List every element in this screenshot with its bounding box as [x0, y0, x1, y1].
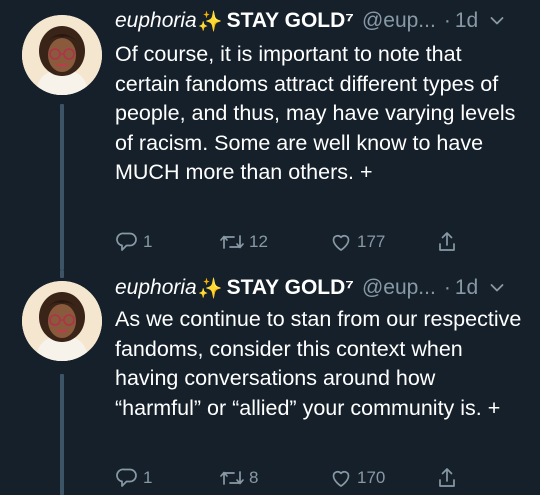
like-button[interactable]: 170 — [329, 466, 385, 490]
sparkle-emoji: ✨ — [197, 277, 223, 300]
display-name[interactable]: euphoria — [115, 9, 197, 33]
display-name[interactable]: euphoria — [115, 276, 197, 300]
like-icon — [332, 234, 350, 251]
tweet-header: euphoria ✨ STAY GOLD⁷ @eup... · 1d — [115, 273, 504, 303]
display-name-suffix[interactable]: STAY GOLD⁷ — [227, 276, 354, 300]
reply-button[interactable]: 1 — [115, 466, 152, 490]
avatar[interactable] — [22, 281, 102, 361]
user-handle[interactable]: @eup... — [362, 9, 436, 33]
reply-count: 1 — [143, 232, 153, 251]
display-name-suffix[interactable]: STAY GOLD⁷ — [227, 9, 354, 33]
like-button[interactable]: 177 — [329, 230, 385, 254]
tweet-text: As we continue to stan from our respecti… — [115, 307, 522, 420]
share-button[interactable] — [435, 466, 459, 490]
thread-line — [60, 104, 64, 270]
retweet-count: 12 — [249, 232, 268, 251]
sparkle-emoji: ✨ — [197, 10, 223, 33]
share-icon — [439, 232, 455, 251]
timestamp[interactable]: 1d — [455, 9, 478, 33]
tweet-text: Of course, it is important to note that … — [115, 42, 516, 184]
tweet[interactable]: euphoria ✨ STAY GOLD⁷ @eup... · 1d As we… — [0, 270, 540, 495]
retweet-count: 8 — [249, 468, 259, 487]
avatar[interactable] — [22, 15, 102, 95]
retweet-icon — [220, 471, 244, 485]
share-button[interactable] — [435, 230, 459, 254]
thread-line — [60, 270, 64, 278]
tweet-actions: 1 12 177 — [115, 230, 515, 258]
like-count: 177 — [357, 232, 386, 251]
share-icon — [439, 468, 455, 487]
retweet-button[interactable]: 8 — [219, 466, 258, 490]
tweet-actions: 1 8 170 — [115, 466, 515, 494]
chevron-down-icon[interactable] — [490, 283, 504, 293]
separator: · — [443, 276, 451, 299]
user-handle[interactable]: @eup... — [362, 276, 436, 300]
chevron-down-icon[interactable] — [490, 16, 504, 26]
retweet-button[interactable]: 12 — [219, 230, 268, 254]
tweet-header: euphoria ✨ STAY GOLD⁷ @eup... · 1d — [115, 6, 504, 36]
like-icon — [332, 470, 350, 487]
separator: · — [443, 9, 451, 32]
tweet[interactable]: euphoria ✨ STAY GOLD⁷ @eup... · 1d Of co… — [0, 0, 540, 270]
reply-icon — [116, 232, 137, 251]
like-count: 170 — [357, 468, 386, 487]
reply-icon — [116, 468, 137, 487]
retweet-icon — [220, 235, 244, 249]
thread-line — [60, 374, 64, 495]
reply-button[interactable]: 1 — [115, 230, 152, 254]
timestamp[interactable]: 1d — [455, 276, 478, 300]
reply-count: 1 — [143, 468, 153, 487]
